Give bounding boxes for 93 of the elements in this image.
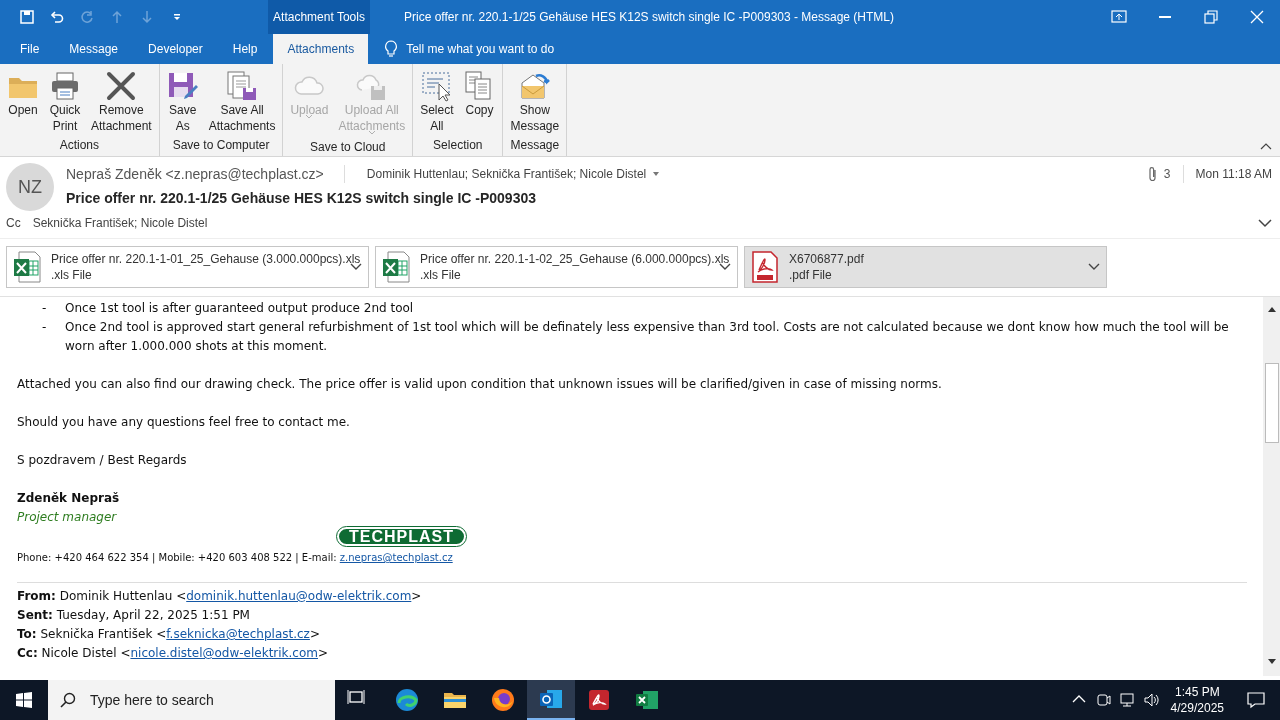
ribbon-group-label: Save to Computer bbox=[171, 137, 271, 154]
recipients-dropdown[interactable]: Dominik Huttenlau; Seknička František; Nicole Distel bbox=[343, 165, 661, 183]
scroll-thumb[interactable] bbox=[1264, 363, 1279, 443]
forward-header-line: From: Dominik Huttenlau <dominik.huttenlau@odw-elektrik.com> bbox=[17, 588, 423, 605]
attachment-item[interactable]: X6706877.pdf .pdf File bbox=[744, 246, 1107, 288]
email-link[interactable]: nicole.distel@odw-elektrik.com bbox=[130, 646, 318, 660]
ribbon-button[interactable]: Show Message bbox=[506, 68, 564, 136]
scroll-down-icon bbox=[1266, 658, 1277, 666]
caret-icon bbox=[1088, 263, 1100, 271]
ribbon-button[interactable]: Save As bbox=[162, 68, 203, 136]
menu-tab[interactable]: Attachments bbox=[273, 34, 369, 64]
search-icon bbox=[60, 692, 76, 708]
pdf-app-icon bbox=[587, 688, 611, 712]
caret-icon bbox=[652, 171, 661, 177]
expand-icon bbox=[1258, 218, 1272, 228]
paragraph-text: Attached you can also find our drawing check. The price offer is valid upon condition that unknown issues will be clarified/given in case of missing norms. bbox=[17, 376, 943, 393]
contact-line: Phone: +420 464 622 354 | Mobile: +420 603 408 522 | E-mail: z.nepras@techplast.cz bbox=[17, 551, 454, 566]
taskbar-search-box[interactable]: Type here to search bbox=[48, 680, 335, 720]
tell-me-search[interactable]: Tell me what you want to do bbox=[370, 34, 561, 64]
mail-app-icon bbox=[539, 687, 563, 711]
clock-date: 4/29/2025 bbox=[1170, 700, 1224, 716]
ribbon-group-label: Selection bbox=[432, 137, 484, 154]
email-link[interactable]: z.nepras@techplast.cz bbox=[339, 552, 453, 563]
restore-icon bbox=[1203, 9, 1219, 25]
email-link[interactable]: f.seknicka@techplast.cz bbox=[166, 627, 310, 641]
ribbon-button[interactable]: Remove Attachment bbox=[87, 68, 156, 136]
sender-name: Nepraš Zdeněk <z.nepras@techplast.cz> bbox=[66, 164, 324, 184]
printer-icon bbox=[49, 70, 81, 102]
taskbar-search-field[interactable]: Type here to search bbox=[88, 688, 335, 712]
firefox-browser-icon bbox=[491, 688, 515, 712]
avatar: NZ bbox=[6, 163, 54, 211]
attachment-count: 3 bbox=[1163, 166, 1171, 183]
clock-time: 1:45 PM bbox=[1174, 684, 1220, 700]
speaker-icon bbox=[1142, 692, 1159, 708]
ribbon-group-label: Actions bbox=[58, 137, 101, 154]
attachment-item[interactable]: Price offer nr. 220.1-1-01_25_Gehause (3.000.000pcs).xls .xls File bbox=[6, 246, 369, 288]
attachment-item[interactable]: Price offer nr. 220.1-1-02_25_Gehause (6.000.000pcs).xls .xls File bbox=[375, 246, 738, 288]
cc-label: Cc bbox=[6, 215, 21, 232]
menu-tab[interactable]: File bbox=[6, 34, 54, 64]
x-mark-icon bbox=[105, 70, 138, 102]
documents-floppy-icon bbox=[226, 70, 259, 102]
close-icon bbox=[1249, 9, 1265, 25]
paragraph-text: Should you have any questions feel free to contact me. bbox=[17, 414, 351, 431]
lightbulb-icon bbox=[384, 40, 399, 58]
signature-role: Project manager bbox=[17, 509, 118, 526]
scroll-up-icon bbox=[1266, 305, 1277, 313]
email-link[interactable]: dominik.huttenlau@odw-elektrik.com bbox=[186, 589, 412, 603]
scrollbar[interactable] bbox=[1263, 297, 1280, 676]
menu-tab[interactable]: Help bbox=[218, 34, 272, 64]
floppy-icon bbox=[19, 9, 35, 25]
ribbon-button[interactable]: Copy bbox=[459, 68, 500, 136]
menu-tab[interactable]: Message bbox=[55, 34, 133, 64]
ribbon-button[interactable]: Select All bbox=[416, 68, 458, 136]
bullet-marker: - bbox=[42, 300, 48, 317]
forward-header-line: To: Seknička František <f.seknicka@techplast.cz> bbox=[17, 626, 321, 643]
pdf-file-icon bbox=[751, 251, 779, 283]
company-logo: TECHPLAST bbox=[337, 527, 466, 546]
ribbon-group-label: Save to Cloud bbox=[309, 139, 387, 156]
window-title: Price offer nr. 220.1-1/25 Gehäuse HES K12S switch single IC -P009303 - Message (HTML) bbox=[404, 9, 894, 26]
forward-header-line: Sent: Tuesday, April 22, 2025 1:51 PM bbox=[17, 607, 251, 624]
floppy-pencil-icon bbox=[166, 70, 199, 102]
contextual-tab-label: Attachment Tools bbox=[268, 0, 370, 34]
bullet-text: Once 1st tool is after guaranteed output produce 2nd tool bbox=[65, 300, 414, 317]
message-subject: Price offer nr. 220.1-1/25 Gehäuse HES K12S switch single IC -P009303 bbox=[66, 189, 537, 208]
minimize-icon bbox=[1158, 16, 1172, 18]
redo-icon bbox=[79, 9, 95, 25]
undo-icon bbox=[49, 9, 65, 25]
ribbon-group-label: Message bbox=[509, 137, 561, 154]
ribbon-button[interactable]: Save All Attachments bbox=[204, 68, 280, 136]
spreadsheet-file-icon bbox=[382, 251, 410, 283]
received-time: Mon 11:18 AM bbox=[1182, 165, 1272, 183]
forward-header-line: Cc: Nicole Distel <nicole.distel@odw-elektrik.com> bbox=[17, 645, 330, 662]
collapse-ribbon-icon bbox=[1260, 141, 1272, 150]
menu-tab[interactable]: Developer bbox=[134, 34, 217, 64]
signature-name: Zdeněk Nepraš bbox=[17, 490, 121, 507]
taskbar-app[interactable] bbox=[527, 680, 575, 720]
network-icon bbox=[1118, 692, 1135, 708]
spreadsheet-file-icon bbox=[13, 251, 41, 283]
ribbon-button[interactable]: Open bbox=[3, 68, 43, 136]
bullet-marker: - bbox=[42, 319, 48, 336]
paperclip-icon bbox=[1147, 166, 1158, 182]
camera-icon bbox=[1094, 692, 1111, 708]
spreadsheet-app-icon bbox=[635, 688, 659, 712]
paragraph-text: S pozdravem / Best Regards bbox=[17, 452, 188, 469]
bullet-text: Once 2nd tool is approved start general refurbishment of 1st tool which will be definately less expensive than 3rd tool. Costs are not calculated because we dont know how much the tool will be worn after 1.000.000 shots at this moment. bbox=[65, 319, 1230, 355]
message-icon bbox=[1247, 691, 1265, 709]
ribbon-button[interactable]: Quick Print bbox=[45, 68, 85, 136]
windows-logo-icon bbox=[15, 691, 33, 709]
ribbon-display-icon bbox=[1111, 9, 1127, 25]
selection-cursor-icon bbox=[420, 70, 453, 102]
edge-browser-icon bbox=[395, 688, 419, 712]
cc-recipients: Seknička František; Nicole Distel bbox=[32, 215, 208, 232]
down-arrow-icon bbox=[139, 9, 155, 25]
